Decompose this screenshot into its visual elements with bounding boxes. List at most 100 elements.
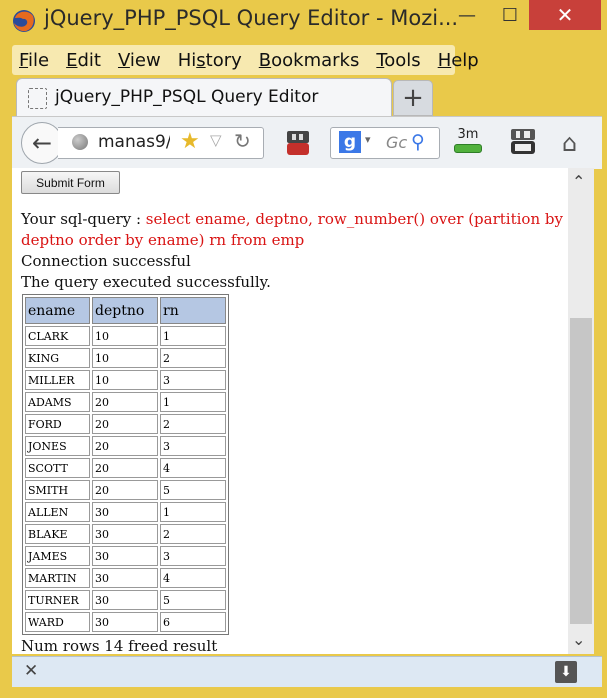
close-window-button[interactable]: ✕: [529, 0, 601, 30]
cell-ename: SCOTT: [25, 458, 90, 478]
cell-deptno: 30: [92, 612, 158, 632]
result-table: ename deptno rn CLARK 10 1 KING 10 2 MILLER 10 3…: [22, 294, 229, 635]
table-row: CLARK 10 1: [25, 326, 226, 346]
cell-ename: JONES: [25, 436, 90, 456]
scroll-thumb[interactable]: [570, 318, 592, 624]
query-label: Your sql-query :: [21, 210, 141, 228]
executed-message: The query executed successfully.: [21, 273, 271, 291]
table-row: KING 10 2: [25, 348, 226, 368]
submit-form-button[interactable]: Submit Form: [21, 171, 120, 194]
table-row: BLAKE 30 2: [25, 524, 226, 544]
footer-message: Num rows 14 freed result: [21, 637, 218, 654]
timer-text: 3m: [457, 127, 479, 142]
cell-deptno: 30: [92, 502, 158, 522]
status-bar: ✕ ⬇: [12, 656, 602, 687]
column-header-ename: ename: [25, 297, 90, 324]
minimize-button[interactable]: —: [447, 0, 487, 30]
cell-rn: 4: [160, 568, 226, 588]
close-addon-bar-icon[interactable]: ✕: [24, 661, 38, 681]
cell-rn: 6: [160, 612, 226, 632]
cell-ename: ADAMS: [25, 392, 90, 412]
table-row: MARTIN 30 4: [25, 568, 226, 588]
cell-ename: BLAKE: [25, 524, 90, 544]
cell-deptno: 20: [92, 436, 158, 456]
connection-message: Connection successful: [21, 252, 191, 270]
cell-ename: MILLER: [25, 370, 90, 390]
back-button[interactable]: ←: [21, 122, 63, 164]
cell-deptno: 20: [92, 480, 158, 500]
title-bar: jQuery_PHP_PSQL Query Editor - Mozi... —…: [0, 0, 607, 42]
cell-deptno: 10: [92, 348, 158, 368]
cell-rn: 4: [160, 458, 226, 478]
table-row: ADAMS 20 1: [25, 392, 226, 412]
youtube-icon[interactable]: [509, 127, 537, 157]
menu-bar: File Edit View History Bookmarks Tools H…: [12, 45, 479, 75]
menu-tools[interactable]: Tools: [376, 50, 420, 71]
cell-ename: MARTIN: [25, 568, 90, 588]
cell-rn: 3: [160, 436, 226, 456]
firefox-icon: [13, 10, 35, 32]
table-row: JONES 20 3: [25, 436, 226, 456]
menu-help[interactable]: Help: [438, 50, 479, 71]
tab-label: jQuery_PHP_PSQL Query Editor: [55, 87, 319, 107]
query-line-1: Your sql-query : select ename, deptno, r…: [21, 210, 563, 228]
navigation-toolbar: ← manas9/l ★ ▽ ↻ g ▾ Gc ⚲ 3m ⌂: [12, 116, 602, 169]
cell-deptno: 10: [92, 326, 158, 346]
home-icon[interactable]: ⌂: [562, 129, 577, 157]
cell-ename: TURNER: [25, 590, 90, 610]
menu-view[interactable]: View: [118, 50, 161, 71]
column-header-rn: rn: [160, 297, 226, 324]
cell-deptno: 20: [92, 458, 158, 478]
table-row: JAMES 30 3: [25, 546, 226, 566]
timer-addon-button[interactable]: 3m: [453, 127, 483, 153]
youtube-addon-icon[interactable]: [284, 129, 312, 157]
menu-history[interactable]: History: [178, 50, 242, 71]
cell-deptno: 30: [92, 590, 158, 610]
window-title: jQuery_PHP_PSQL Query Editor - Mozi...: [44, 6, 459, 30]
cell-ename: SMITH: [25, 480, 90, 500]
cell-rn: 2: [160, 524, 226, 544]
history-dropdown-icon[interactable]: ▽: [210, 131, 222, 149]
table-row: SCOTT 20 4: [25, 458, 226, 478]
table-row: FORD 20 2: [25, 414, 226, 434]
tab-query-editor[interactable]: jQuery_PHP_PSQL Query Editor: [16, 78, 392, 117]
cell-rn: 5: [160, 480, 226, 500]
globe-icon: [72, 134, 88, 150]
menu-bookmarks[interactable]: Bookmarks: [259, 50, 360, 71]
bookmark-star-icon[interactable]: ★: [180, 129, 200, 154]
cell-ename: FORD: [25, 414, 90, 434]
cell-deptno: 30: [92, 524, 158, 544]
page-favicon-icon: [28, 88, 47, 109]
search-box[interactable]: g ▾ Gc ⚲: [330, 127, 440, 159]
scroll-up-icon[interactable]: ⌃: [572, 172, 585, 191]
google-engine-icon[interactable]: g: [339, 131, 361, 153]
menu-file[interactable]: File: [19, 50, 49, 71]
download-icon[interactable]: ⬇: [555, 661, 577, 683]
cell-rn: 1: [160, 326, 226, 346]
reload-icon[interactable]: ↻: [234, 129, 251, 153]
new-tab-button[interactable]: +: [393, 80, 433, 116]
cell-rn: 3: [160, 546, 226, 566]
url-text: manas9/l: [98, 132, 170, 152]
cell-rn: 5: [160, 590, 226, 610]
table-row: ALLEN 30 1: [25, 502, 226, 522]
cell-ename: CLARK: [25, 326, 90, 346]
table-row: MILLER 10 3: [25, 370, 226, 390]
engine-dropdown-icon[interactable]: ▾: [365, 133, 371, 146]
cell-ename: ALLEN: [25, 502, 90, 522]
table-row: TURNER 30 5: [25, 590, 226, 610]
scroll-down-icon[interactable]: ⌄: [572, 630, 585, 649]
url-bar[interactable]: manas9/l ★ ▽ ↻: [58, 127, 264, 159]
timer-bar-icon: [454, 144, 482, 153]
search-icon[interactable]: ⚲: [411, 131, 425, 153]
query-text-2: deptno order by ename) rn from emp: [21, 231, 305, 249]
cell-deptno: 20: [92, 414, 158, 434]
table-row: WARD 30 6: [25, 612, 226, 632]
cell-rn: 2: [160, 348, 226, 368]
cell-rn: 1: [160, 502, 226, 522]
vertical-scrollbar[interactable]: ⌃ ⌄: [568, 168, 594, 654]
cell-ename: JAMES: [25, 546, 90, 566]
maximize-button[interactable]: ☐: [490, 0, 530, 30]
menu-edit[interactable]: Edit: [66, 50, 101, 71]
page-content: Submit Form Your sql-query : select enam…: [12, 168, 568, 654]
